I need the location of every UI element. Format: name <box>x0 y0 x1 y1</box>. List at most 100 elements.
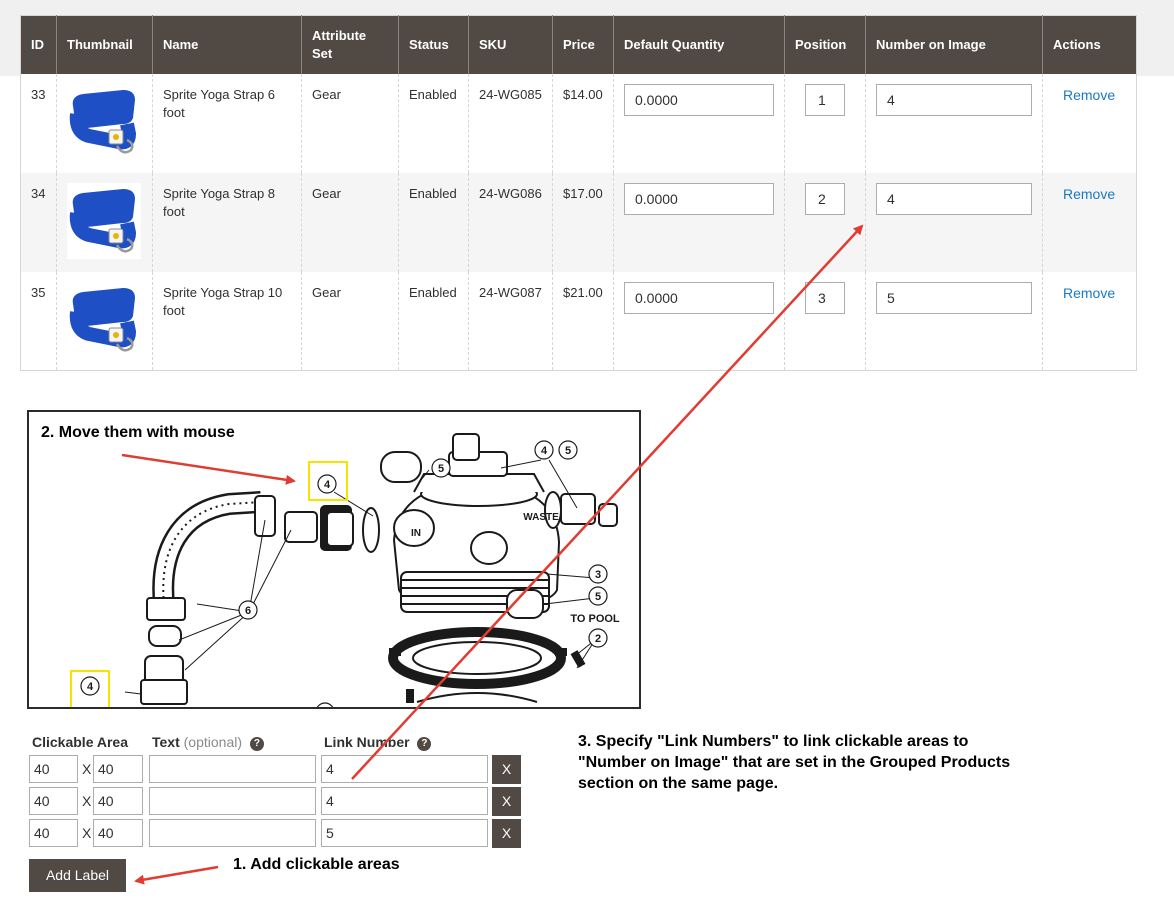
col-header-name[interactable]: Name <box>152 15 302 74</box>
row-price: $17.00 <box>552 172 614 272</box>
label-text-input[interactable] <box>149 755 316 783</box>
row-number-on-image-cell <box>865 271 1043 371</box>
link-number-input[interactable] <box>321 819 488 847</box>
callout-label-5: 5 <box>438 463 444 475</box>
row-position-cell <box>784 73 866 173</box>
callout-label-3: 3 <box>595 569 601 581</box>
remove-link[interactable]: Remove <box>1063 186 1115 202</box>
link-number-input[interactable] <box>321 787 488 815</box>
area-width-input[interactable] <box>29 755 78 783</box>
position-input[interactable] <box>805 182 845 215</box>
row-status: Enabled <box>398 172 469 272</box>
col-header-number-on-image: Number on Image <box>865 15 1043 74</box>
table-row: 33 Sprite Yoga Strap 6 foot Gear Enabled… <box>21 73 1137 173</box>
step3-note: 3. Specify "Link Numbers" to link clicka… <box>578 731 1010 794</box>
clickable-area-header: Clickable Area <box>32 734 128 750</box>
row-default-quantity-cell <box>613 73 785 173</box>
number-on-image-input[interactable] <box>876 182 1032 215</box>
row-thumbnail <box>56 271 153 371</box>
number-on-image-input[interactable] <box>876 281 1032 314</box>
help-icon[interactable]: ? <box>417 737 432 751</box>
callout-label-5: 5 <box>595 591 601 603</box>
in-port-label: IN <box>411 528 421 539</box>
add-label-button[interactable]: Add Label <box>29 859 126 892</box>
yoga-strap-image <box>67 182 141 259</box>
link-number-header: Link Number ? <box>324 734 432 751</box>
row-name: Sprite Yoga Strap 6 foot <box>152 73 302 173</box>
delete-label-button[interactable]: X <box>492 755 521 784</box>
dimension-separator: X <box>82 793 92 809</box>
area-width-input[interactable] <box>29 787 78 815</box>
step3-note-line: "Number on Image" that are set in the Gr… <box>578 754 1011 771</box>
col-header-attribute-set[interactable]: Attribute Set <box>301 15 399 74</box>
row-actions-cell: Remove <box>1042 271 1137 371</box>
row-id: 35 <box>31 284 46 300</box>
col-header-id[interactable]: ID <box>20 15 57 74</box>
link-number-header-label: Link Number <box>324 734 410 750</box>
col-header-position: Position <box>784 15 866 74</box>
row-position-cell <box>784 271 866 371</box>
row-price: $14.00 <box>552 73 614 173</box>
row-name: Sprite Yoga Strap 8 foot <box>152 172 302 272</box>
label-text-input[interactable] <box>149 819 316 847</box>
area-width-input[interactable] <box>29 819 78 847</box>
area-height-input[interactable] <box>93 819 143 847</box>
area-height-input[interactable] <box>93 755 143 783</box>
step1-note: 1. Add clickable areas <box>233 856 400 873</box>
callout-label-5: 5 <box>565 445 571 457</box>
default-quantity-input[interactable] <box>624 281 774 314</box>
link-number-input[interactable] <box>321 755 488 783</box>
row-name: Sprite Yoga Strap 10 foot <box>152 271 302 371</box>
product-diagram-image: 4 5 4 5 6 3 5 2 4 IN WASTE TO POOL 2. Mo… <box>27 410 641 709</box>
row-status: Enabled <box>398 271 469 371</box>
col-header-actions: Actions <box>1042 15 1137 74</box>
help-icon[interactable]: ? <box>249 737 264 751</box>
delete-label-button[interactable]: X <box>492 819 521 848</box>
row-attribute-set: Gear <box>301 172 399 272</box>
row-actions-cell: Remove <box>1042 172 1137 272</box>
number-on-image-input[interactable] <box>876 83 1032 116</box>
dimension-separator: X <box>82 825 92 841</box>
yoga-strap-image <box>67 281 141 358</box>
yoga-strap-image <box>67 83 141 160</box>
col-header-sku[interactable]: SKU <box>468 15 553 74</box>
text-optional-hint: (optional) <box>183 734 243 750</box>
col-header-thumbnail: Thumbnail <box>56 15 153 74</box>
row-default-quantity-cell <box>613 271 785 371</box>
position-input[interactable] <box>805 281 845 314</box>
col-header-status[interactable]: Status <box>398 15 469 74</box>
row-default-quantity-cell <box>613 172 785 272</box>
row-sku: 24-WG087 <box>468 271 553 371</box>
grid-header-row: ID Thumbnail Name Attribute Set Status S… <box>20 15 1137 74</box>
callout-label-4: 4 <box>324 479 331 491</box>
remove-link[interactable]: Remove <box>1063 285 1115 301</box>
label-text-input[interactable] <box>149 787 316 815</box>
row-price: $21.00 <box>552 271 614 371</box>
row-thumbnail <box>56 172 153 272</box>
row-sku: 24-WG086 <box>468 172 553 272</box>
waste-port-label: WASTE <box>523 512 559 523</box>
text-header: Text (optional) ? <box>152 734 264 751</box>
dimension-separator: X <box>82 761 92 777</box>
area-height-input[interactable] <box>93 787 143 815</box>
callout-label-6: 6 <box>245 605 251 617</box>
remove-link[interactable]: Remove <box>1063 87 1115 103</box>
row-sku: 24-WG085 <box>468 73 553 173</box>
pool-valve-diagram: 4 5 4 5 6 3 5 2 4 IN WASTE TO POOL <box>70 433 620 707</box>
col-header-price[interactable]: Price <box>552 15 614 74</box>
row-thumbnail <box>56 73 153 173</box>
row-actions-cell: Remove <box>1042 73 1137 173</box>
callout-label-4: 4 <box>541 445 548 457</box>
row-id: 34 <box>20 172 57 272</box>
default-quantity-input[interactable] <box>624 182 774 215</box>
delete-label-button[interactable]: X <box>492 787 521 816</box>
step3-note-line: 3. Specify "Link Numbers" to link clicka… <box>578 733 969 750</box>
row-number-on-image-cell <box>865 172 1043 272</box>
default-quantity-input[interactable] <box>624 83 774 116</box>
row-status: Enabled <box>398 73 469 173</box>
row-number-on-image-cell <box>865 73 1043 173</box>
position-input[interactable] <box>805 83 845 116</box>
col-header-default-quantity: Default Quantity <box>613 15 785 74</box>
callout-label-2: 2 <box>595 633 601 645</box>
step3-note-line: section on the same page. <box>578 775 779 792</box>
